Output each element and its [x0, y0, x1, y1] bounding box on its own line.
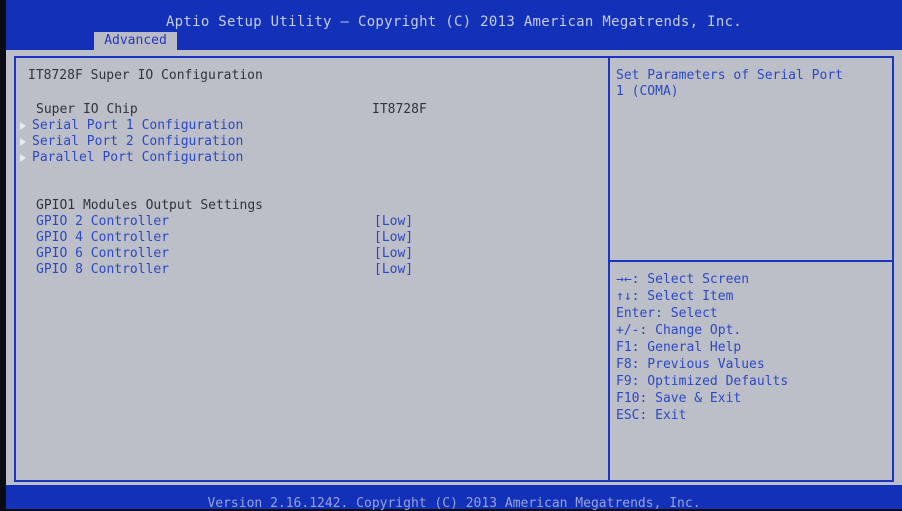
help-pane: Set Parameters of Serial Port 1 (COMA) →…	[608, 56, 894, 482]
gpio-8-controller-label[interactable]: GPIO 8 Controller	[36, 262, 169, 277]
submenu-arrow-icon	[20, 121, 26, 130]
help-divider	[610, 260, 892, 262]
gpio-2-controller-label[interactable]: GPIO 2 Controller	[36, 214, 169, 229]
tab-advanced[interactable]: Advanced	[94, 32, 177, 50]
key-enter-select: Enter: Select	[616, 306, 718, 321]
gpio-6-controller-value[interactable]: [Low]	[374, 246, 413, 261]
key-previous-values: F8: Previous Values	[616, 357, 765, 372]
key-optimized-defaults: F9: Optimized Defaults	[616, 374, 789, 389]
title-bar: Aptio Setup Utility – Copyright (C) 2013…	[6, 0, 902, 50]
submenu-parallel-port[interactable]: Parallel Port Configuration	[20, 150, 243, 165]
key-exit: ESC: Exit	[616, 408, 687, 423]
submenu-label: Serial Port 1 Configuration	[32, 118, 244, 133]
window-title: Aptio Setup Utility – Copyright (C) 2013…	[165, 14, 743, 30]
gpio-6-controller-label[interactable]: GPIO 6 Controller	[36, 246, 169, 261]
submenu-arrow-icon	[20, 153, 26, 162]
key-select-item: ↑↓: Select Item	[616, 289, 734, 304]
main-panel: IT8728F Super IO Configuration Super IO …	[6, 50, 902, 485]
key-general-help: F1: General Help	[616, 340, 742, 355]
key-save-exit: F10: Save & Exit	[616, 391, 742, 406]
submenu-serial-port-1[interactable]: Serial Port 1 Configuration	[20, 118, 243, 133]
submenu-label: Parallel Port Configuration	[32, 150, 244, 165]
settings-pane: IT8728F Super IO Configuration Super IO …	[14, 56, 610, 482]
page-title: IT8728F Super IO Configuration	[28, 68, 263, 83]
key-select-screen: →←: Select Screen	[616, 272, 750, 287]
gpio-4-controller-label[interactable]: GPIO 4 Controller	[36, 230, 169, 245]
super-io-chip-label: Super IO Chip	[36, 102, 138, 117]
gpio-4-controller-value[interactable]: [Low]	[374, 230, 413, 245]
submenu-serial-port-2[interactable]: Serial Port 2 Configuration	[20, 134, 243, 149]
submenu-label: Serial Port 2 Configuration	[32, 134, 244, 149]
super-io-chip-value: IT8728F	[372, 102, 427, 117]
gpio-8-controller-value[interactable]: [Low]	[374, 262, 413, 277]
gpio-heading: GPIO1 Modules Output Settings	[36, 198, 263, 213]
help-text-line-2: 1 (COMA)	[616, 84, 679, 99]
help-text-line-1: Set Parameters of Serial Port	[616, 68, 843, 83]
key-change-opt: +/-: Change Opt.	[616, 323, 742, 338]
bios-screen: Aptio Setup Utility – Copyright (C) 2013…	[0, 0, 902, 511]
footer-bar: Version 2.16.1242. Copyright (C) 2013 Am…	[6, 485, 902, 511]
submenu-arrow-icon	[20, 137, 26, 146]
gpio-2-controller-value[interactable]: [Low]	[374, 214, 413, 229]
